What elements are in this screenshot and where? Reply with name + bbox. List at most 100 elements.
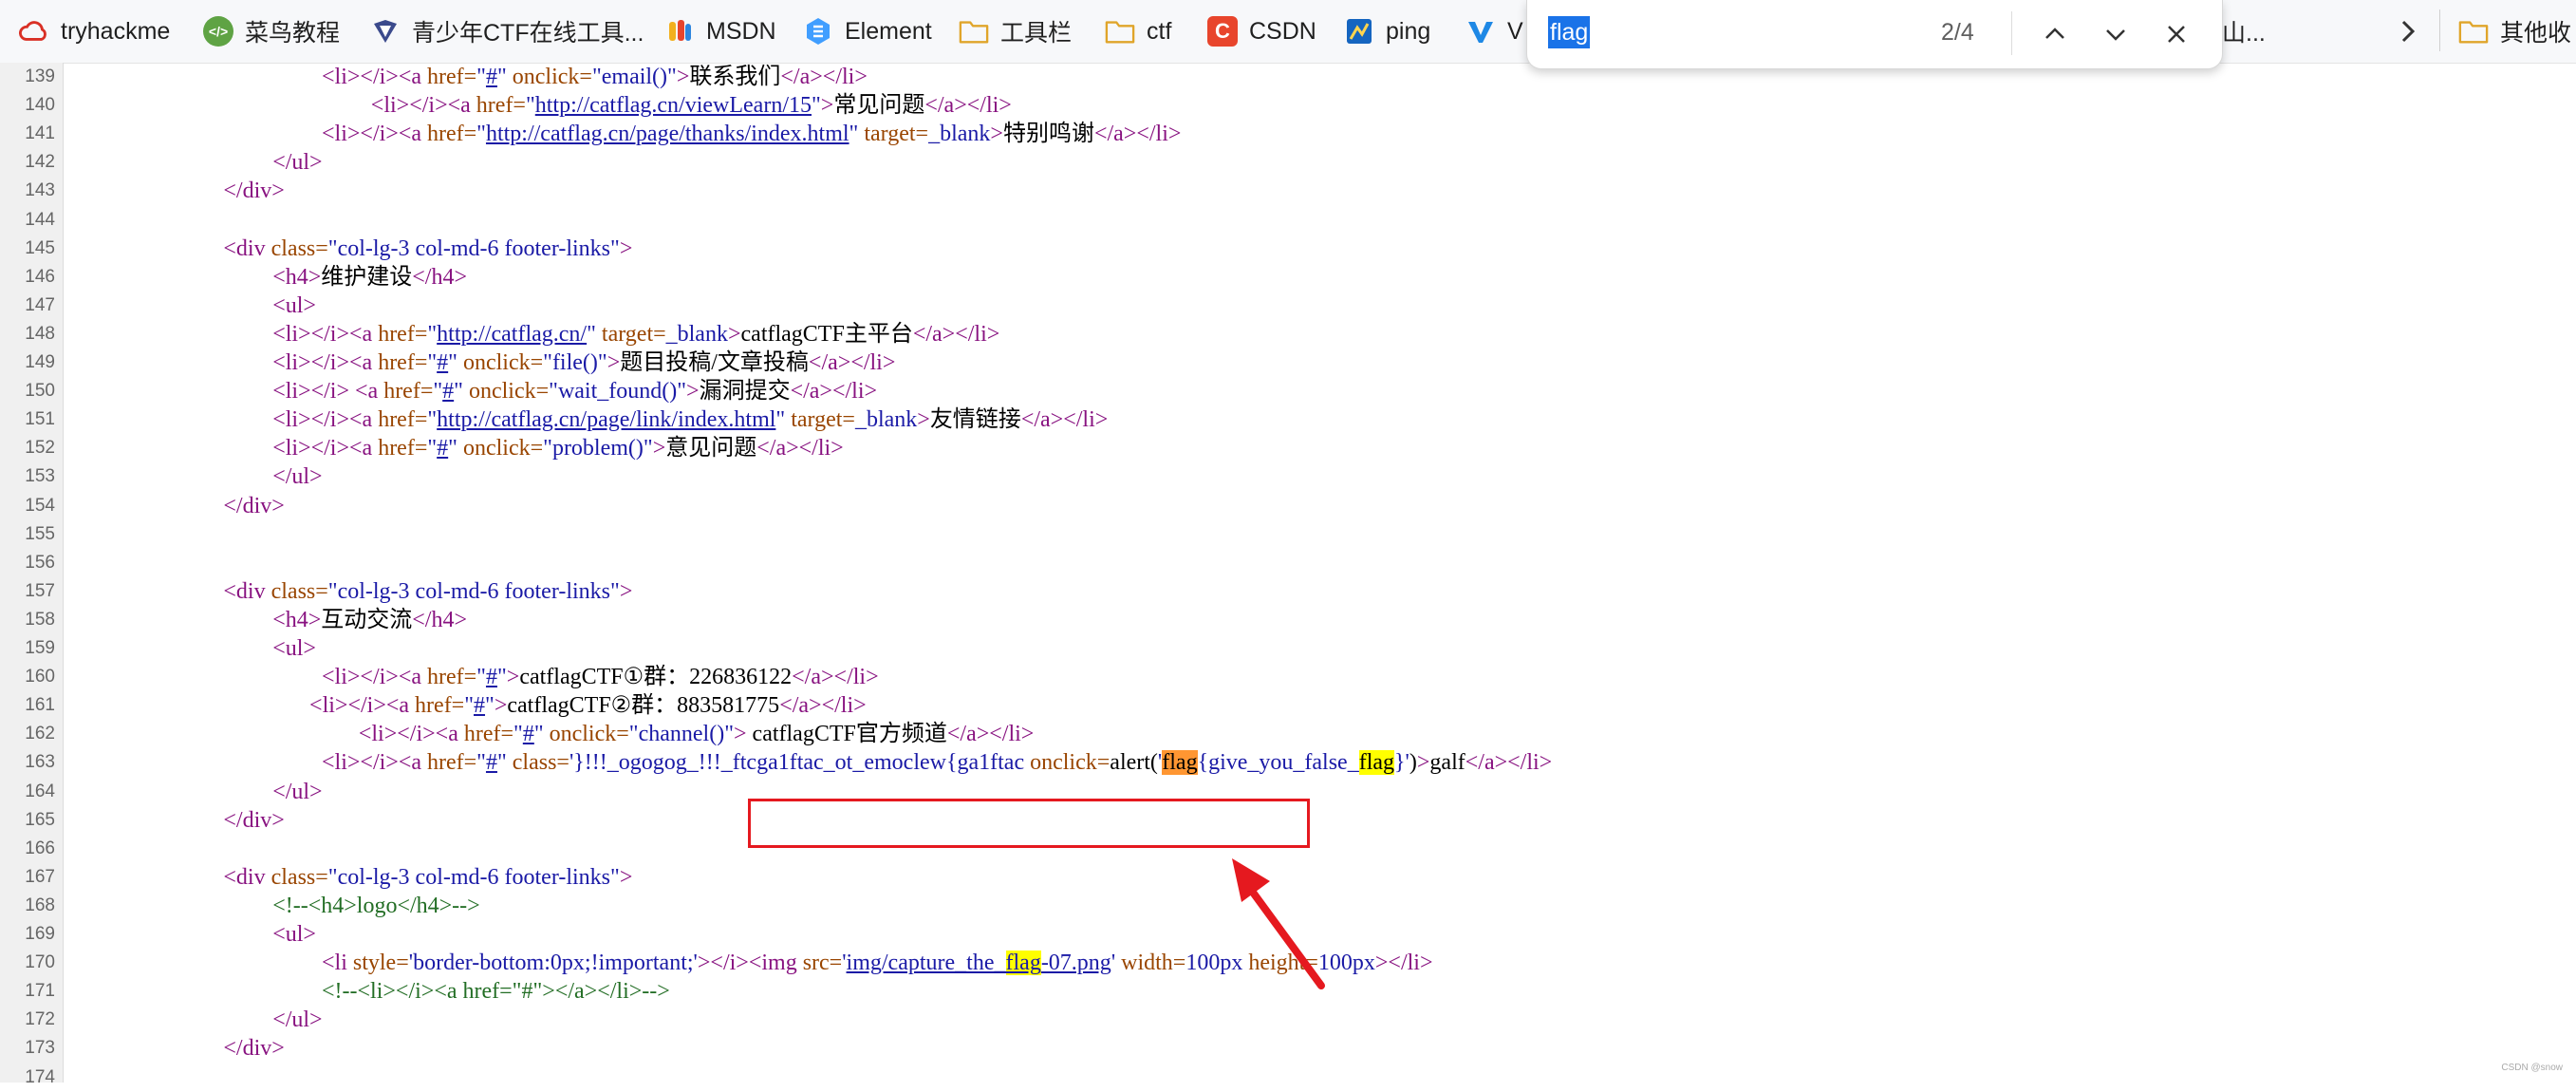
line-number: 158	[25, 609, 55, 630]
code-line: </ul>	[272, 150, 323, 176]
line-number: 151	[25, 409, 55, 430]
code-line: <li></i><a href="#" class='}!!!_ogogog_!…	[322, 750, 1553, 776]
line-number: 161	[25, 695, 55, 716]
code-line: <li></i><a href="#" onclick="email()">联系…	[322, 65, 868, 89]
code-line: <h4>维护建设</h4>	[272, 264, 468, 290]
bookmark-tryhackme[interactable]: tryhackme	[19, 14, 170, 48]
code-line: <li></i><a href="http://catflag.cn/" tar…	[272, 321, 1000, 347]
code-line: </ul>	[272, 779, 323, 804]
folder-icon	[2458, 16, 2489, 47]
line-number: 164	[25, 781, 55, 801]
cloud-icon	[19, 16, 49, 47]
source-code-view[interactable]: 139 140 141 142 143 144 145 146 147 148 149 150 151 1…	[0, 63, 2576, 1087]
line-number: 173	[25, 1038, 55, 1059]
bookmark-csdn[interactable]: C CSDN	[1207, 14, 1316, 48]
line-number: 143	[25, 180, 55, 201]
msdn-icon	[664, 16, 695, 47]
line-number: 171	[25, 981, 55, 1002]
line-number: 159	[25, 638, 55, 658]
find-divider	[2011, 11, 2012, 55]
find-query-selection: flag	[1548, 16, 1591, 48]
ctf-icon	[370, 16, 401, 47]
find-bar: flag 2/4	[1526, 0, 2223, 69]
line-number: 165	[25, 809, 55, 830]
runoob-icon: </>	[203, 16, 233, 47]
code-line: <h4>互动交流</h4>	[272, 607, 468, 632]
bookmark-label: 工具栏	[1000, 20, 1073, 47]
bookmark-runoob[interactable]: </> 菜鸟教程	[203, 14, 340, 48]
bookmark-msdn[interactable]: MSDN	[664, 14, 776, 48]
code-line: <ul>	[272, 292, 316, 318]
folder-icon	[959, 16, 989, 47]
line-number: 170	[25, 952, 55, 973]
line-number: 144	[25, 209, 55, 230]
bookmark-folder-toolbar[interactable]: 工具栏	[959, 14, 1072, 48]
code-line: <li></i><a href="http://catflag.cn/viewL…	[370, 93, 1012, 119]
line-number: 168	[25, 894, 55, 915]
line-number: 153	[25, 466, 55, 487]
line-number: 154	[25, 495, 55, 516]
chevron-right-icon[interactable]	[2394, 13, 2422, 49]
line-number: 163	[25, 752, 55, 773]
bookmark-ping[interactable]: ping	[1344, 14, 1430, 48]
folder-icon	[1105, 16, 1135, 47]
code-line: <div class="col-lg-3 col-md-6 footer-lin…	[223, 235, 633, 261]
code-line: <!--<h4>logo</h4>-->	[272, 893, 480, 918]
bookmark-other-folder[interactable]: 其他收	[2458, 14, 2571, 48]
line-number: 150	[25, 381, 55, 402]
bookmark-label: 菜鸟教程	[245, 20, 341, 47]
line-number: 155	[25, 523, 55, 544]
code-line: </div>	[223, 179, 285, 204]
line-number: 139	[25, 66, 55, 86]
chevron-down-icon	[2106, 29, 2125, 41]
find-input[interactable]	[1540, 15, 1939, 51]
code-line: <li></i><a href="http://catflag.cn/page/…	[322, 122, 1182, 147]
code-line: <div class="col-lg-3 col-md-6 footer-lin…	[223, 578, 633, 604]
bookmark-ctf-tools[interactable]: 青少年CTF在线工具...	[370, 14, 644, 48]
code-line: </div>	[223, 1036, 285, 1062]
element-icon	[803, 16, 833, 47]
code-line: <li></i><a href="#" onclick="file()">题目投…	[272, 350, 896, 375]
watermark: CSDN @snow	[2501, 1063, 2563, 1073]
code-line: <div class="col-lg-3 col-md-6 footer-lin…	[223, 864, 633, 890]
code-line: <li></i><a href="http://catflag.cn/page/…	[272, 407, 1109, 433]
red-arrow-annotation	[1232, 858, 1325, 989]
code-line: </ul>	[272, 464, 323, 490]
bookmark-label: MSDN	[706, 17, 776, 45]
find-previous-button[interactable]	[2034, 13, 2076, 55]
code-line: <li></i><a href="#" onclick="problem()">…	[272, 436, 844, 461]
find-next-button[interactable]	[2095, 13, 2137, 55]
line-number: 146	[25, 266, 55, 287]
line-number: 160	[25, 667, 55, 687]
line-number: 169	[25, 924, 55, 944]
find-match-count: 2/4	[1941, 19, 1974, 46]
line-number: 148	[25, 323, 55, 344]
code-line: </div>	[223, 807, 285, 833]
code-line: </div>	[223, 493, 285, 518]
line-number: 140	[25, 95, 55, 116]
bookmark-label: 其他收	[2500, 20, 2572, 47]
code-line: <li></i><a href="#">catflagCTF②群：8835817…	[309, 693, 867, 719]
line-number: 174	[25, 1066, 55, 1087]
bookmark-label: 青少年CTF在线工具...	[412, 20, 644, 47]
code-line: <li></i> <a href="#" onclick="wait_found…	[272, 379, 878, 405]
v-icon	[1465, 16, 1496, 47]
bookmark-folder-ctf[interactable]: ctf	[1105, 14, 1171, 48]
bookmark-label: V	[1507, 17, 1523, 45]
highlight-box	[748, 799, 1310, 848]
chevron-up-icon	[2045, 28, 2064, 39]
code-line: </ul>	[272, 1007, 323, 1033]
ping-icon	[1344, 16, 1374, 47]
code-line: <ul>	[272, 636, 316, 661]
line-number: 166	[25, 838, 55, 858]
bookmark-element[interactable]: Element	[803, 14, 932, 48]
code-line: <li></i><a href="#">catflagCTF①群：2268361…	[322, 665, 879, 690]
bookmark-label: CSDN	[1249, 17, 1316, 45]
line-number: 172	[25, 1009, 55, 1030]
bookmark-label: Element	[845, 17, 932, 45]
line-number: 152	[25, 438, 55, 459]
find-close-button[interactable]	[2156, 13, 2197, 55]
line-number: 145	[25, 237, 55, 258]
code-line: <!--<li></i><a href="#"></a></li>-->	[322, 979, 670, 1005]
bookmark-v[interactable]: V	[1465, 14, 1523, 48]
